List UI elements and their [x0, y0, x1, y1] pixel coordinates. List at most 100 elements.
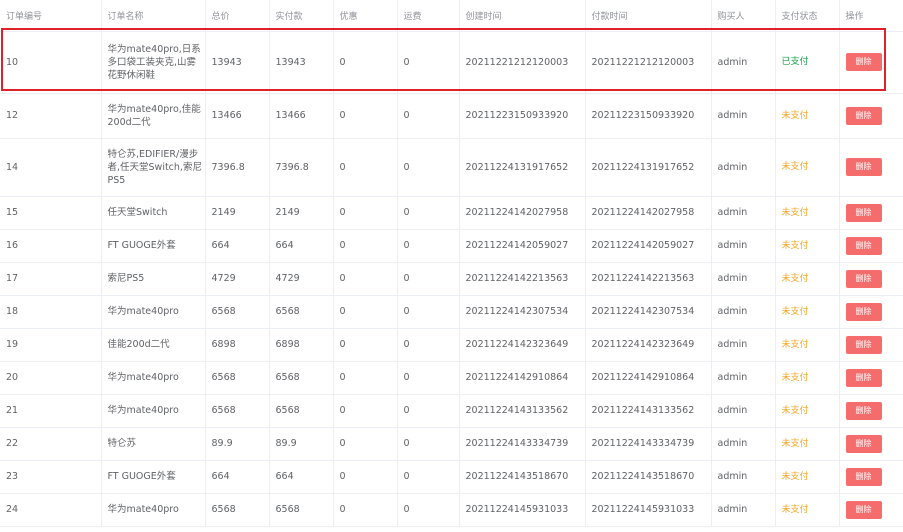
- pay-status-cell: 未支付: [775, 493, 840, 527]
- table-row: 24 华为mate40pro 6568 6568 0 0 20211224145931033…: [0, 493, 903, 527]
- paid-cell: 2149: [269, 196, 334, 230]
- header-paid: 实付款: [269, 0, 334, 32]
- discount-cell: 0: [333, 493, 398, 527]
- paid-cell: 7396.8: [269, 138, 334, 197]
- delete-button[interactable]: 删除: [845, 500, 882, 519]
- pay-status-cell: 未支付: [775, 262, 840, 296]
- buyer-cell: admin: [711, 262, 776, 296]
- status-badge: 未支付: [781, 372, 809, 383]
- pay-status-cell: 未支付: [775, 229, 840, 263]
- table-row: 10 华为mate40pro,日系多口袋工装夹克,山雾花野休闲鞋 13943 1394…: [0, 31, 903, 94]
- buyer-cell: admin: [711, 361, 776, 395]
- shipping-cell: 0: [397, 427, 460, 461]
- created-time-cell: 20211224131917652: [459, 138, 586, 197]
- pay-time-cell: 20211224142059027: [585, 229, 712, 263]
- paid-cell: 6568: [269, 394, 334, 428]
- orders-table: 订单编号 订单名称 总价 实付款 优惠 运费 创建时间 付款时间 购买人 支付状态 操作 10 华为m…: [0, 0, 903, 527]
- discount-cell: 0: [333, 460, 398, 494]
- shipping-cell: 0: [397, 262, 460, 296]
- total-cell: 664: [205, 229, 270, 263]
- created-time-cell: 20211224143518670: [459, 460, 586, 494]
- status-badge: 未支付: [781, 240, 809, 251]
- pay-time-cell: 20211224145931033: [585, 493, 712, 527]
- actions-cell: 删除: [839, 493, 903, 527]
- order-id-cell: 12: [0, 93, 102, 139]
- order-name-cell: 华为mate40pro: [101, 361, 206, 395]
- discount-cell: 0: [333, 196, 398, 230]
- total-cell: 6898: [205, 328, 270, 362]
- delete-button[interactable]: 删除: [845, 158, 882, 176]
- delete-button[interactable]: 删除: [845, 269, 882, 288]
- buyer-cell: admin: [711, 394, 776, 428]
- delete-button[interactable]: 删除: [845, 53, 882, 71]
- created-time-cell: 20211221212120003: [459, 31, 586, 94]
- delete-button[interactable]: 删除: [845, 434, 882, 453]
- total-cell: 6568: [205, 493, 270, 527]
- shipping-cell: 0: [397, 460, 460, 494]
- status-badge: 未支付: [781, 438, 809, 449]
- delete-button[interactable]: 删除: [845, 368, 882, 387]
- shipping-cell: 0: [397, 328, 460, 362]
- shipping-cell: 0: [397, 229, 460, 263]
- status-badge: 未支付: [781, 110, 809, 121]
- order-name-cell: 特仑苏: [101, 427, 206, 461]
- actions-cell: 删除: [839, 31, 903, 94]
- status-badge: 未支付: [781, 504, 809, 515]
- shipping-cell: 0: [397, 196, 460, 230]
- total-cell: 6568: [205, 361, 270, 395]
- table-row: 20 华为mate40pro 6568 6568 0 0 20211224142910864…: [0, 361, 903, 395]
- delete-button[interactable]: 删除: [845, 203, 882, 222]
- actions-cell: 删除: [839, 394, 903, 428]
- paid-cell: 13943: [269, 31, 334, 94]
- shipping-cell: 0: [397, 493, 460, 527]
- delete-button[interactable]: 删除: [845, 236, 882, 255]
- pay-time-cell: 20211224131917652: [585, 138, 712, 197]
- table-row: 18 华为mate40pro 6568 6568 0 0 20211224142307534…: [0, 295, 903, 329]
- order-name-cell: FT GUOGE外套: [101, 460, 206, 494]
- pay-status-cell: 未支付: [775, 394, 840, 428]
- order-id-cell: 16: [0, 229, 102, 263]
- total-cell: 2149: [205, 196, 270, 230]
- total-cell: 7396.8: [205, 138, 270, 197]
- discount-cell: 0: [333, 138, 398, 197]
- actions-cell: 删除: [839, 196, 903, 230]
- order-id-cell: 17: [0, 262, 102, 296]
- buyer-cell: admin: [711, 427, 776, 461]
- shipping-cell: 0: [397, 93, 460, 139]
- shipping-cell: 0: [397, 295, 460, 329]
- discount-cell: 0: [333, 427, 398, 461]
- shipping-cell: 0: [397, 138, 460, 197]
- header-pay-time: 付款时间: [585, 0, 712, 32]
- status-badge: 未支付: [781, 273, 809, 284]
- paid-cell: 6568: [269, 361, 334, 395]
- order-id-cell: 23: [0, 460, 102, 494]
- pay-time-cell: 20211224142027958: [585, 196, 712, 230]
- order-id-cell: 19: [0, 328, 102, 362]
- created-time-cell: 20211224143334739: [459, 427, 586, 461]
- header-order-id: 订单编号: [0, 0, 102, 32]
- delete-button[interactable]: 删除: [845, 467, 882, 486]
- delete-button[interactable]: 删除: [845, 401, 882, 420]
- order-id-cell: 21: [0, 394, 102, 428]
- delete-button[interactable]: 删除: [845, 302, 882, 321]
- discount-cell: 0: [333, 229, 398, 263]
- paid-cell: 6898: [269, 328, 334, 362]
- pay-time-cell: 20211221212120003: [585, 31, 712, 94]
- delete-button[interactable]: 删除: [845, 106, 882, 125]
- discount-cell: 0: [333, 361, 398, 395]
- paid-cell: 89.9: [269, 427, 334, 461]
- status-badge: 已支付: [781, 57, 809, 67]
- created-time-cell: 20211224142213563: [459, 262, 586, 296]
- delete-button[interactable]: 删除: [845, 335, 882, 354]
- discount-cell: 0: [333, 31, 398, 94]
- header-order-name: 订单名称: [101, 0, 206, 32]
- table-row: 21 华为mate40pro 6568 6568 0 0 20211224143133562…: [0, 394, 903, 428]
- order-id-cell: 18: [0, 295, 102, 329]
- status-badge: 未支付: [781, 306, 809, 317]
- paid-cell: 6568: [269, 493, 334, 527]
- shipping-cell: 0: [397, 361, 460, 395]
- status-badge: 未支付: [781, 162, 809, 172]
- order-id-cell: 20: [0, 361, 102, 395]
- header-created-time: 创建时间: [459, 0, 586, 32]
- pay-time-cell: 20211224142307534: [585, 295, 712, 329]
